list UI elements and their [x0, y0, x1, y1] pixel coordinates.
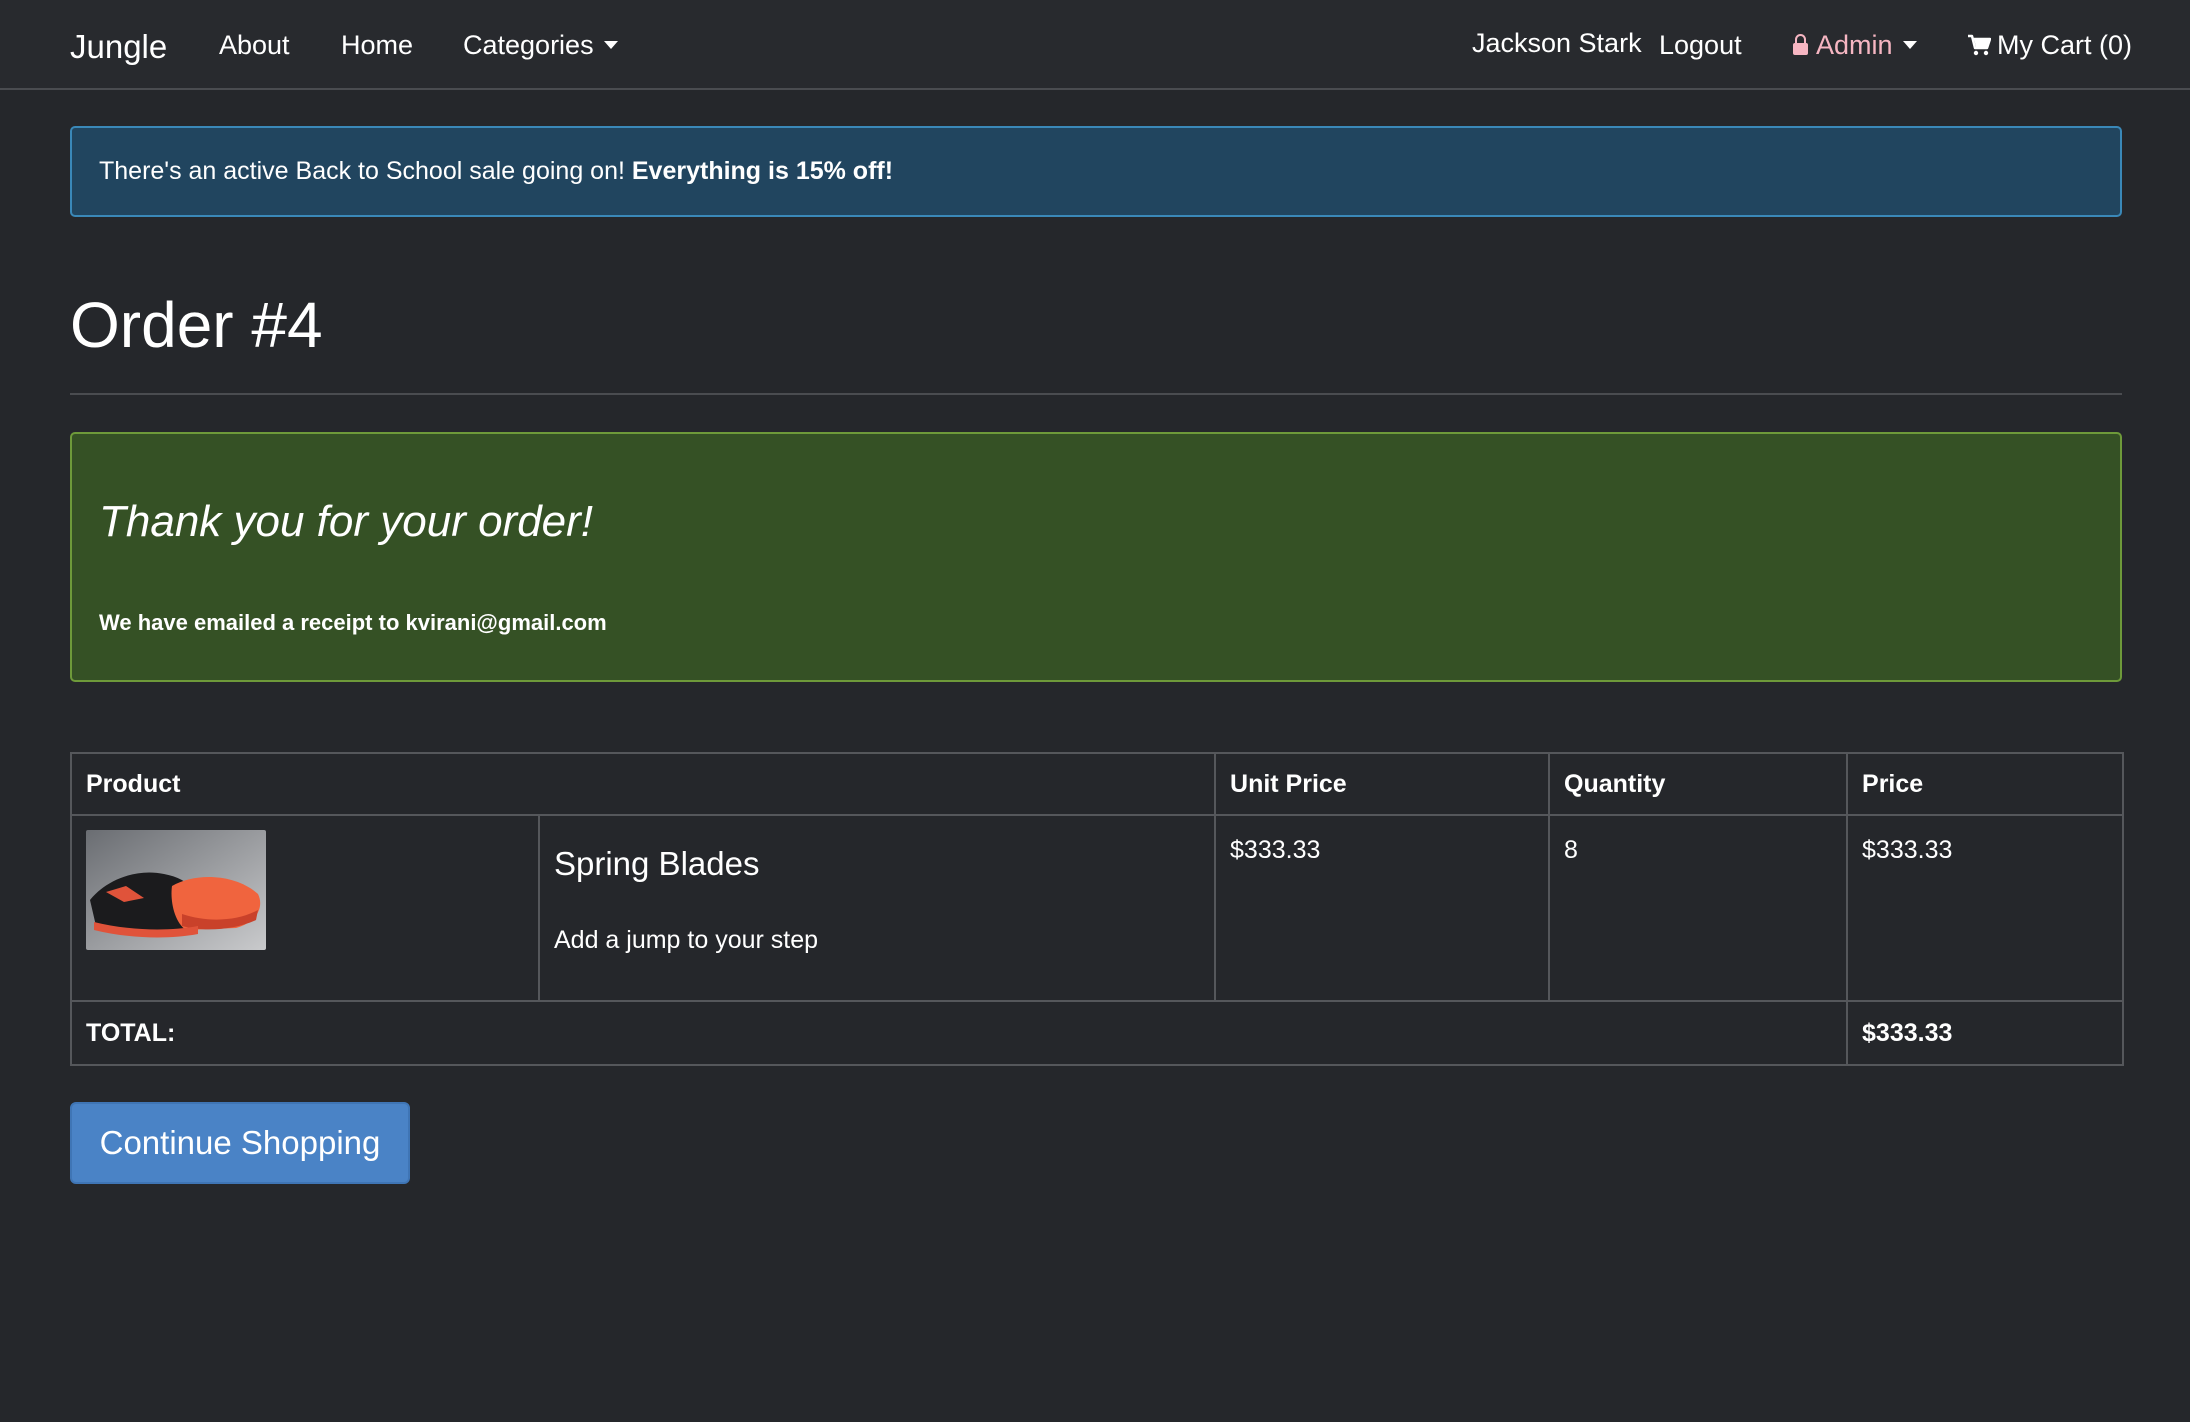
thanks-title: Thank you for your order!: [99, 497, 594, 546]
chevron-down-icon: [1902, 41, 1917, 50]
top-navbar: Jungle About Home Categories Jackson Sta…: [0, 0, 2190, 90]
receipt-message: We have emailed a receipt to kvirani@gma…: [99, 610, 607, 635]
header-product: Product: [69, 752, 1217, 816]
table-row: Spring Blades Add a jump to your step $3…: [70, 814, 2125, 1002]
nav-categories-dropdown[interactable]: Categories: [463, 0, 618, 90]
total-row: TOTAL: $333.33: [69, 1000, 2125, 1066]
shopping-cart-icon: [1968, 34, 1991, 56]
nav-about-link[interactable]: About: [219, 0, 290, 90]
chevron-down-icon: [603, 41, 618, 50]
product-description: Add a jump to your step: [554, 926, 819, 954]
continue-shopping-button[interactable]: Continue Shopping: [70, 1102, 410, 1184]
product-image[interactable]: [86, 830, 266, 950]
header-price: Price: [1846, 752, 2125, 816]
user-name: Jackson Stark: [1472, 28, 1642, 58]
order-confirmation-panel: Thank you for your order! We have emaile…: [70, 432, 2122, 682]
cart-label: My Cart (0): [1997, 30, 2132, 60]
total-value: $333.33: [1846, 1000, 2125, 1066]
brand-link[interactable]: Jungle: [70, 2, 167, 92]
line-price-cell: $333.33: [1846, 814, 2125, 1002]
header-quantity: Quantity: [1548, 752, 1849, 816]
lock-icon: [1793, 33, 1808, 55]
product-image-cell: [70, 814, 540, 1002]
quantity-cell: 8: [1548, 814, 1849, 1002]
logout-link[interactable]: Logout: [1659, 0, 1742, 90]
cart-link[interactable]: My Cart (0): [1967, 0, 2132, 90]
product-info-cell: Spring Blades Add a jump to your step: [537, 814, 1217, 1002]
table-header-row: Product Unit Price Quantity Price: [69, 752, 2125, 816]
admin-dropdown[interactable]: Admin: [1793, 0, 1917, 90]
sale-alert: There's an active Back to School sale go…: [70, 126, 2122, 217]
nav-home-link[interactable]: Home: [341, 0, 413, 90]
sale-alert-emphasis: Everything is 15% off!: [631, 157, 894, 185]
sale-alert-text: There's an active Back to School sale go…: [99, 157, 632, 185]
title-divider: [70, 393, 2122, 395]
admin-label: Admin: [1816, 30, 1893, 60]
order-items-table: Product Unit Price Quantity Price Spring…: [69, 752, 2125, 1066]
header-unit-price: Unit Price: [1214, 752, 1551, 816]
total-label: TOTAL:: [69, 1000, 1849, 1066]
unit-price-cell: $333.33: [1214, 814, 1551, 1002]
page-title: Order #4: [70, 289, 323, 361]
nav-categories-label: Categories: [463, 30, 594, 60]
product-name[interactable]: Spring Blades: [554, 844, 1200, 884]
